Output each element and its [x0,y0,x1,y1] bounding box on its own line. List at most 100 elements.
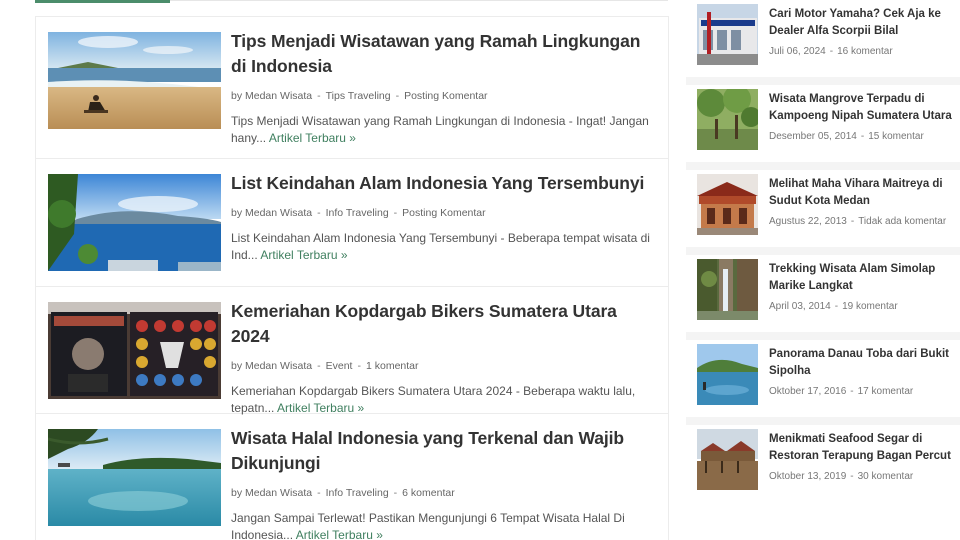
sidebar-post-item[interactable]: Trekking Wisata Alam Simolap Marike Lang… [686,255,960,332]
floating-restaurant-photo[interactable] [697,429,758,490]
sidebar-post-date: Juli 06, 2024 [769,46,826,57]
post-excerpt: List Keindahan Alam Indonesia Yang Terse… [231,230,651,264]
post-comments[interactable]: 1 komentar [366,360,419,372]
sidebar-post-text: Trekking Wisata Alam Simolap Marike Lang… [769,261,957,312]
sidebar-post-date: Oktober 17, 2016 [769,386,847,397]
post-item: Wisata Halal Indonesia yang Terkenal dan… [36,414,668,540]
sidebar-post-comments[interactable]: 16 komentar [837,46,893,57]
post-meta: by Medan Wisata - Tips Traveling - Posting K… [231,89,651,103]
post-meta: by Medan Wisata - Event -1 komentar [231,359,651,373]
post-body: Tips Menjadi Wisatawan yang Ramah Lingku… [231,29,651,147]
meta-separator: - [834,301,839,312]
sidebar-post-comments[interactable]: 17 komentar [858,386,914,397]
sidebar-post-title[interactable]: Panorama Danau Toba dari Bukit Sipolha [769,346,957,380]
sidebar-post-comments[interactable]: Tidak ada komentar [858,216,946,227]
read-more-link[interactable]: Artikel Terbaru » [296,528,383,540]
post-author[interactable]: by Medan Wisata [231,360,312,372]
meta-separator: - [850,471,854,482]
post-body: List Keindahan Alam Indonesia Yang Terse… [231,171,651,264]
beach-photo[interactable] [48,32,221,129]
post-excerpt: Kemeriahan Kopdargab Bikers Sumatera Uta… [231,383,651,417]
post-category[interactable]: Info Traveling [326,487,389,499]
post-meta: by Medan Wisata - Info Traveling -6 komenta… [231,486,651,500]
sidebar-post-comments[interactable]: 15 komentar [868,131,924,142]
post-author[interactable]: by Medan Wisata [231,487,312,499]
meta-separator: - [850,386,854,397]
sidebar-post-text: Wisata Mangrove Terpadu di Kampoeng Nipa… [769,91,957,142]
read-more-link[interactable]: Artikel Terbaru » [269,131,356,145]
sidebar-post-date: Agustus 22, 2013 [769,216,847,227]
post-body: Wisata Halal Indonesia yang Terkenal dan… [231,426,651,540]
post-title[interactable]: Tips Menjadi Wisatawan yang Ramah Lingku… [231,29,651,79]
sidebar-post-title[interactable]: Menikmati Seafood Segar di Restoran Tera… [769,431,957,465]
sidebar-post-item[interactable]: Melihat Maha Vihara Maitreya di Sudut Ko… [686,170,960,247]
sea-photo[interactable] [48,429,221,526]
meta-separator: - [393,487,398,499]
post-excerpt-text: Jangan Sampai Terlewat! Pastikan Mengunj… [231,511,625,540]
waterfall-photo[interactable] [697,259,758,320]
content-top-accent [35,0,170,3]
post-body: Kemeriahan Kopdargab Bikers Sumatera Uta… [231,299,651,417]
post-title[interactable]: Wisata Halal Indonesia yang Terkenal dan… [231,426,651,476]
sidebar-post-meta: Desember 05, 2014-15 komentar [769,131,957,142]
post-category[interactable]: Event [326,360,353,372]
post-category[interactable]: Tips Traveling [326,90,391,102]
post-category[interactable]: Info Traveling [326,207,389,219]
post-item: Tips Menjadi Wisatawan yang Ramah Lingku… [36,17,668,159]
meta-separator: - [395,90,400,102]
sidebar-post-text: Menikmati Seafood Segar di Restoran Tera… [769,431,957,482]
meta-separator: - [393,207,398,219]
meta-separator: - [850,216,855,227]
sidebar-post-item[interactable]: Cari Motor Yamaha? Cek Aja ke Dealer Alf… [686,0,960,77]
sidebar-post-item[interactable]: Menikmati Seafood Segar di Restoran Tera… [686,425,960,502]
post-comments[interactable]: Posting Komentar [402,207,485,219]
post-item: List Keindahan Alam Indonesia Yang Terse… [36,159,668,287]
sidebar-post-date: Desember 05, 2014 [769,131,857,142]
post-author[interactable]: by Medan Wisata [231,207,312,219]
dealer-photo[interactable] [697,4,758,65]
post-meta: by Medan Wisata - Info Traveling - Posting K… [231,206,651,220]
post-list: Tips Menjadi Wisatawan yang Ramah Lingku… [35,16,669,540]
sidebar-post-text: Melihat Maha Vihara Maitreya di Sudut Ko… [769,176,957,227]
sidebar-post-title[interactable]: Wisata Mangrove Terpadu di Kampoeng Nipa… [769,91,957,125]
toba-photo[interactable] [697,344,758,405]
sidebar-post-title[interactable]: Cari Motor Yamaha? Cek Aja ke Dealer Alf… [769,6,957,40]
temple-photo[interactable] [697,174,758,235]
meta-separator: - [317,487,321,499]
sidebar-post-meta: Juli 06, 2024-16 komentar [769,46,957,57]
popular-posts-sidebar: Cari Motor Yamaha? Cek Aja ke Dealer Alf… [686,0,960,502]
sidebar-post-date: Oktober 13, 2019 [769,471,847,482]
read-more-link[interactable]: Artikel Terbaru » [260,248,347,262]
sidebar-post-meta: April 03, 2014-19 komentar [769,301,957,312]
sidebar-post-item[interactable]: Wisata Mangrove Terpadu di Kampoeng Nipa… [686,85,960,162]
meta-separator: - [317,90,321,102]
mangrove-photo[interactable] [697,89,758,150]
post-comments[interactable]: Posting Komentar [404,90,487,102]
meta-separator: - [317,207,321,219]
post-excerpt: Jangan Sampai Terlewat! Pastikan Mengunj… [231,510,651,540]
sidebar-post-title[interactable]: Melihat Maha Vihara Maitreya di Sudut Ko… [769,176,957,210]
read-more-link[interactable]: Artikel Terbaru » [277,401,364,415]
sidebar-post-comments[interactable]: 19 komentar [842,301,898,312]
sidebar-post-meta: Agustus 22, 2013- Tidak ada komentar [769,216,957,227]
bikers-banner-photo[interactable] [48,302,221,399]
lake-photo[interactable] [48,174,221,271]
post-comments[interactable]: 6 komentar [402,487,455,499]
meta-separator: - [829,46,834,57]
sidebar-post-meta: Oktober 13, 2019-30 komentar [769,471,957,482]
post-item: Kemeriahan Kopdargab Bikers Sumatera Uta… [36,287,668,417]
sidebar-post-meta: Oktober 17, 2016-17 komentar [769,386,957,397]
sidebar-post-text: Panorama Danau Toba dari Bukit Sipolha O… [769,346,957,397]
post-title[interactable]: List Keindahan Alam Indonesia Yang Terse… [231,171,651,196]
meta-separator: - [317,360,321,372]
post-title[interactable]: Kemeriahan Kopdargab Bikers Sumatera Uta… [231,299,651,349]
sidebar-post-date: April 03, 2014 [769,301,831,312]
sidebar-post-title[interactable]: Trekking Wisata Alam Simolap Marike Lang… [769,261,957,295]
sidebar-post-item[interactable]: Panorama Danau Toba dari Bukit Sipolha O… [686,340,960,417]
meta-separator: - [860,131,865,142]
post-excerpt: Tips Menjadi Wisatawan yang Ramah Lingku… [231,113,651,147]
sidebar-post-text: Cari Motor Yamaha? Cek Aja ke Dealer Alf… [769,6,957,57]
post-author[interactable]: by Medan Wisata [231,90,312,102]
sidebar-post-comments[interactable]: 30 komentar [858,471,914,482]
meta-separator: - [357,360,361,372]
